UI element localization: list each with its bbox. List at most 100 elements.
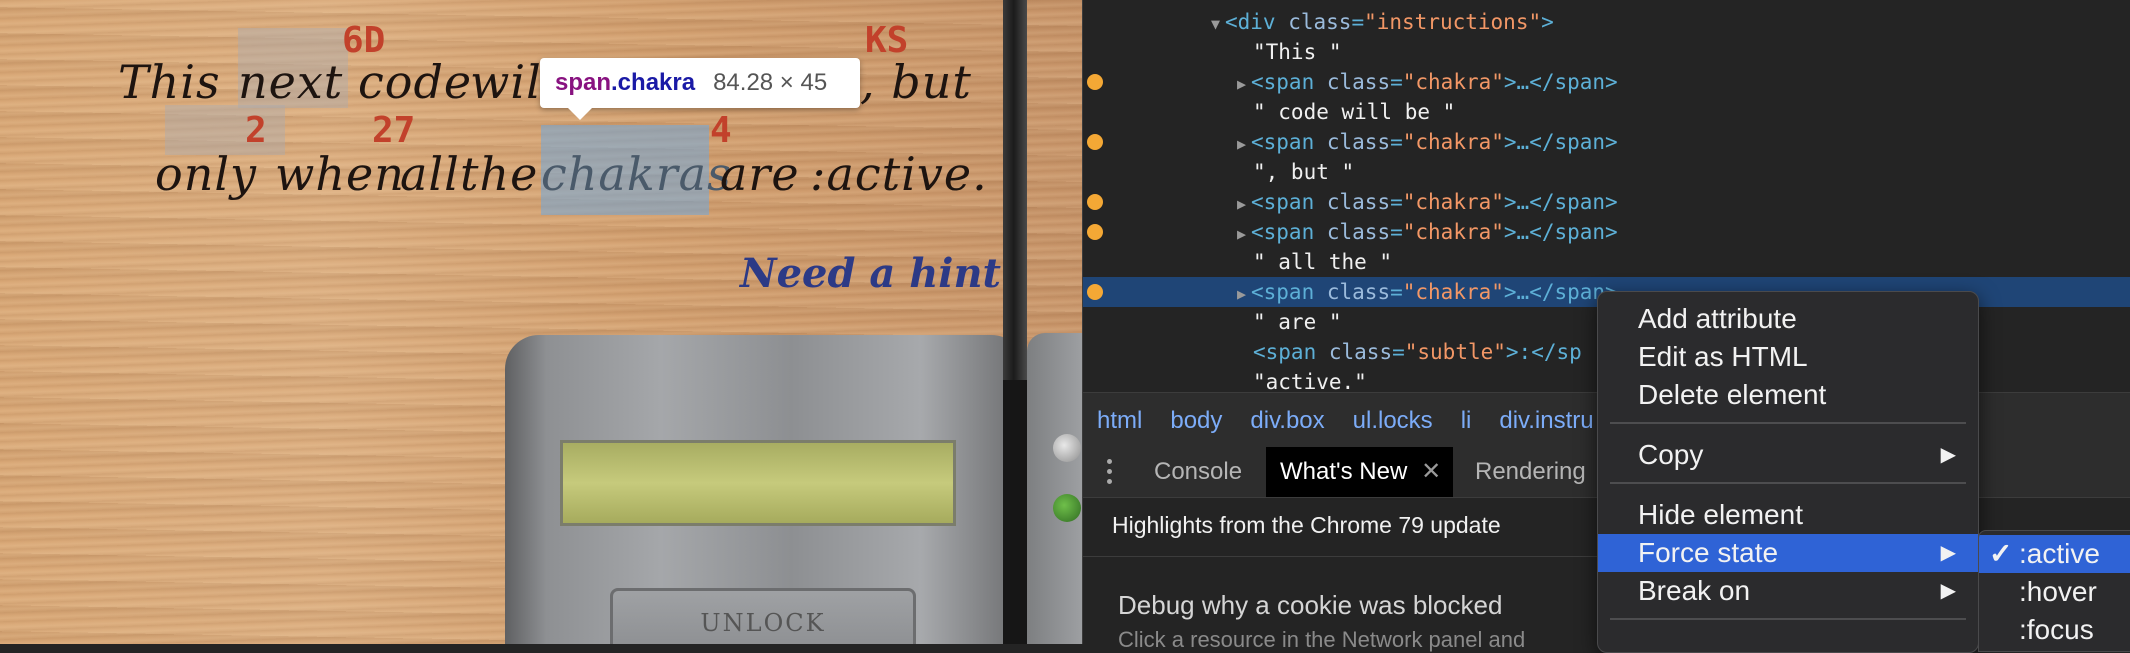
unlock-button[interactable]: UNLOCK bbox=[610, 588, 916, 644]
breadcrumb-item[interactable]: body bbox=[1170, 407, 1222, 434]
menu-label: Copy bbox=[1638, 439, 1704, 470]
breadcrumb-item[interactable]: div.instru bbox=[1499, 407, 1593, 434]
attr-value: "subtle" bbox=[1404, 340, 1506, 364]
menu-item-delete-element[interactable]: Delete element bbox=[1598, 376, 1978, 414]
instruction-word: when bbox=[275, 147, 405, 201]
submenu-item-active[interactable]: ✓:active bbox=[1979, 535, 2130, 573]
expand-triangle-icon[interactable]: ▶ bbox=[1237, 69, 1251, 99]
inspect-tooltip: span.chakra 84.28 × 45 bbox=[540, 58, 860, 120]
tag-close: >…</span> bbox=[1503, 190, 1618, 214]
attr-value: "chakra" bbox=[1402, 280, 1504, 304]
menu-item-edit-as-html[interactable]: Edit as HTML bbox=[1598, 338, 1978, 376]
menu-item-hide-element[interactable]: Hide element bbox=[1598, 496, 1978, 534]
submenu-item-hover[interactable]: :hover bbox=[1979, 573, 2130, 611]
tooltip-size: 84.28 × 45 bbox=[713, 69, 828, 96]
hint-link[interactable]: Need a hint? bbox=[740, 250, 1024, 297]
menu-item-force-state[interactable]: Force state ▶ bbox=[1598, 534, 1978, 572]
code-fragment: 6D bbox=[342, 20, 386, 61]
attr-value: "chakra" bbox=[1402, 190, 1504, 214]
breadcrumb-item[interactable]: html bbox=[1097, 407, 1142, 434]
dom-node[interactable]: ▶ <span class="chakra">…</span> bbox=[1083, 127, 2130, 157]
tab-label: What's New bbox=[1280, 458, 1408, 485]
dom-node[interactable]: ▼ <div class="instructions"> bbox=[1083, 7, 2130, 37]
text-node: ", but " bbox=[1253, 160, 1355, 184]
dom-node[interactable]: ▶ <span class="chakra">…</span> bbox=[1083, 217, 2130, 247]
breakpoint-dot-icon bbox=[1087, 74, 1103, 90]
close-icon[interactable]: ✕ bbox=[1421, 447, 1441, 497]
expand-triangle-icon[interactable]: ▶ bbox=[1237, 129, 1251, 159]
instruction-word: are bbox=[720, 147, 800, 201]
lock-indicator-light bbox=[1053, 494, 1081, 522]
collapse-triangle-icon[interactable]: ▼ bbox=[1211, 9, 1225, 39]
expand-triangle-icon[interactable]: ▶ bbox=[1237, 219, 1251, 249]
tag-open: <span bbox=[1251, 190, 1315, 214]
instruction-word: :active. bbox=[810, 147, 988, 201]
dom-node[interactable]: ▶ <span class="chakra">…</span> bbox=[1083, 187, 2130, 217]
text-node: " code will be " bbox=[1253, 100, 1456, 124]
tag-open: <span bbox=[1251, 130, 1315, 154]
attr-name: class bbox=[1326, 70, 1391, 94]
menu-item-add-attribute[interactable]: Add attribute bbox=[1598, 300, 1978, 338]
whats-new-heading: Highlights from the Chrome 79 update bbox=[1112, 512, 1501, 538]
text-node: "active." bbox=[1253, 370, 1367, 394]
code-fragment: 4 bbox=[710, 110, 732, 151]
tooltip-class: .chakra bbox=[611, 69, 696, 96]
dom-text-node[interactable]: " all the " bbox=[1083, 247, 2130, 277]
dom-text-node[interactable]: ", but " bbox=[1083, 157, 2130, 187]
lock-knob bbox=[1053, 434, 1081, 462]
menu-label: Break on bbox=[1638, 575, 1751, 606]
dom-node[interactable]: ▶ <span class="chakra">…</span> bbox=[1083, 67, 2130, 97]
drawer-menu-icon[interactable] bbox=[1107, 459, 1113, 485]
submenu-item-focus[interactable]: :focus bbox=[1979, 611, 2130, 649]
expand-triangle-icon[interactable]: ▶ bbox=[1237, 189, 1251, 219]
force-state-submenu: ✓:active :hover :focus bbox=[1978, 530, 2130, 652]
instruction-word: only bbox=[155, 147, 258, 201]
tag-open: <span bbox=[1253, 340, 1317, 364]
tag-close: >:</sp bbox=[1505, 340, 1582, 364]
menu-separator bbox=[1610, 422, 1966, 424]
divider-post-lower bbox=[1003, 380, 1027, 644]
tag-open: <span bbox=[1251, 280, 1315, 304]
chakra-word[interactable]: chakras bbox=[541, 147, 732, 201]
attr-value: "chakra" bbox=[1402, 130, 1504, 154]
tag-close: >…</span> bbox=[1503, 70, 1618, 94]
expand-triangle-icon[interactable]: ▶ bbox=[1237, 279, 1251, 309]
submenu-label: :active bbox=[2019, 538, 2100, 569]
breadcrumb-item[interactable]: div.box bbox=[1250, 407, 1324, 434]
instruction-word: code bbox=[358, 55, 473, 109]
attr-name: class bbox=[1326, 220, 1391, 244]
puzzle-page: This next code will , but only when all … bbox=[0, 0, 1082, 644]
breakpoint-dot-icon bbox=[1087, 134, 1103, 150]
lock-box: UNLOCK bbox=[505, 335, 1025, 644]
menu-item-copy[interactable]: Copy ▶ bbox=[1598, 436, 1978, 474]
tooltip-tag: span bbox=[555, 69, 612, 96]
breadcrumb-item[interactable]: ul.locks bbox=[1353, 407, 1433, 434]
dom-text-node[interactable]: " code will be " bbox=[1083, 97, 2130, 127]
feature-description: Click a resource in the Network panel an… bbox=[1118, 627, 1526, 652]
tag-open: <div bbox=[1225, 10, 1276, 34]
menu-separator bbox=[1610, 482, 1966, 484]
checkmark-icon: ✓ bbox=[1989, 538, 2013, 569]
menu-item-break-on[interactable]: Break on ▶ bbox=[1598, 572, 1978, 610]
text-node: " are " bbox=[1253, 310, 1342, 334]
attr-name: class bbox=[1288, 10, 1352, 34]
breadcrumb-item[interactable]: li bbox=[1461, 407, 1472, 434]
text-node: "This " bbox=[1253, 40, 1342, 64]
attr-value: "chakra" bbox=[1402, 220, 1504, 244]
feature-title: Debug why a cookie was blocked bbox=[1118, 590, 1503, 620]
dom-text-node[interactable]: "This " bbox=[1083, 37, 2130, 67]
next-lock-box bbox=[1027, 333, 1082, 644]
tag-open: <span bbox=[1251, 220, 1315, 244]
tab-whats-new[interactable]: What's New ✕ bbox=[1266, 447, 1454, 497]
context-menu: Add attribute Edit as HTML Delete elemen… bbox=[1597, 291, 1979, 653]
instruction-word: This bbox=[118, 55, 221, 109]
tag-close: > bbox=[1541, 10, 1554, 34]
breakpoint-dot-icon bbox=[1087, 194, 1103, 210]
attr-value: "chakra" bbox=[1402, 70, 1504, 94]
tab-rendering[interactable]: Rendering bbox=[1461, 447, 1600, 497]
menu-separator bbox=[1610, 618, 1966, 620]
attr-name: class bbox=[1328, 340, 1393, 364]
code-fragment: 2 bbox=[245, 110, 267, 151]
tab-console[interactable]: Console bbox=[1140, 447, 1256, 497]
attr-value: "instructions" bbox=[1364, 10, 1542, 34]
